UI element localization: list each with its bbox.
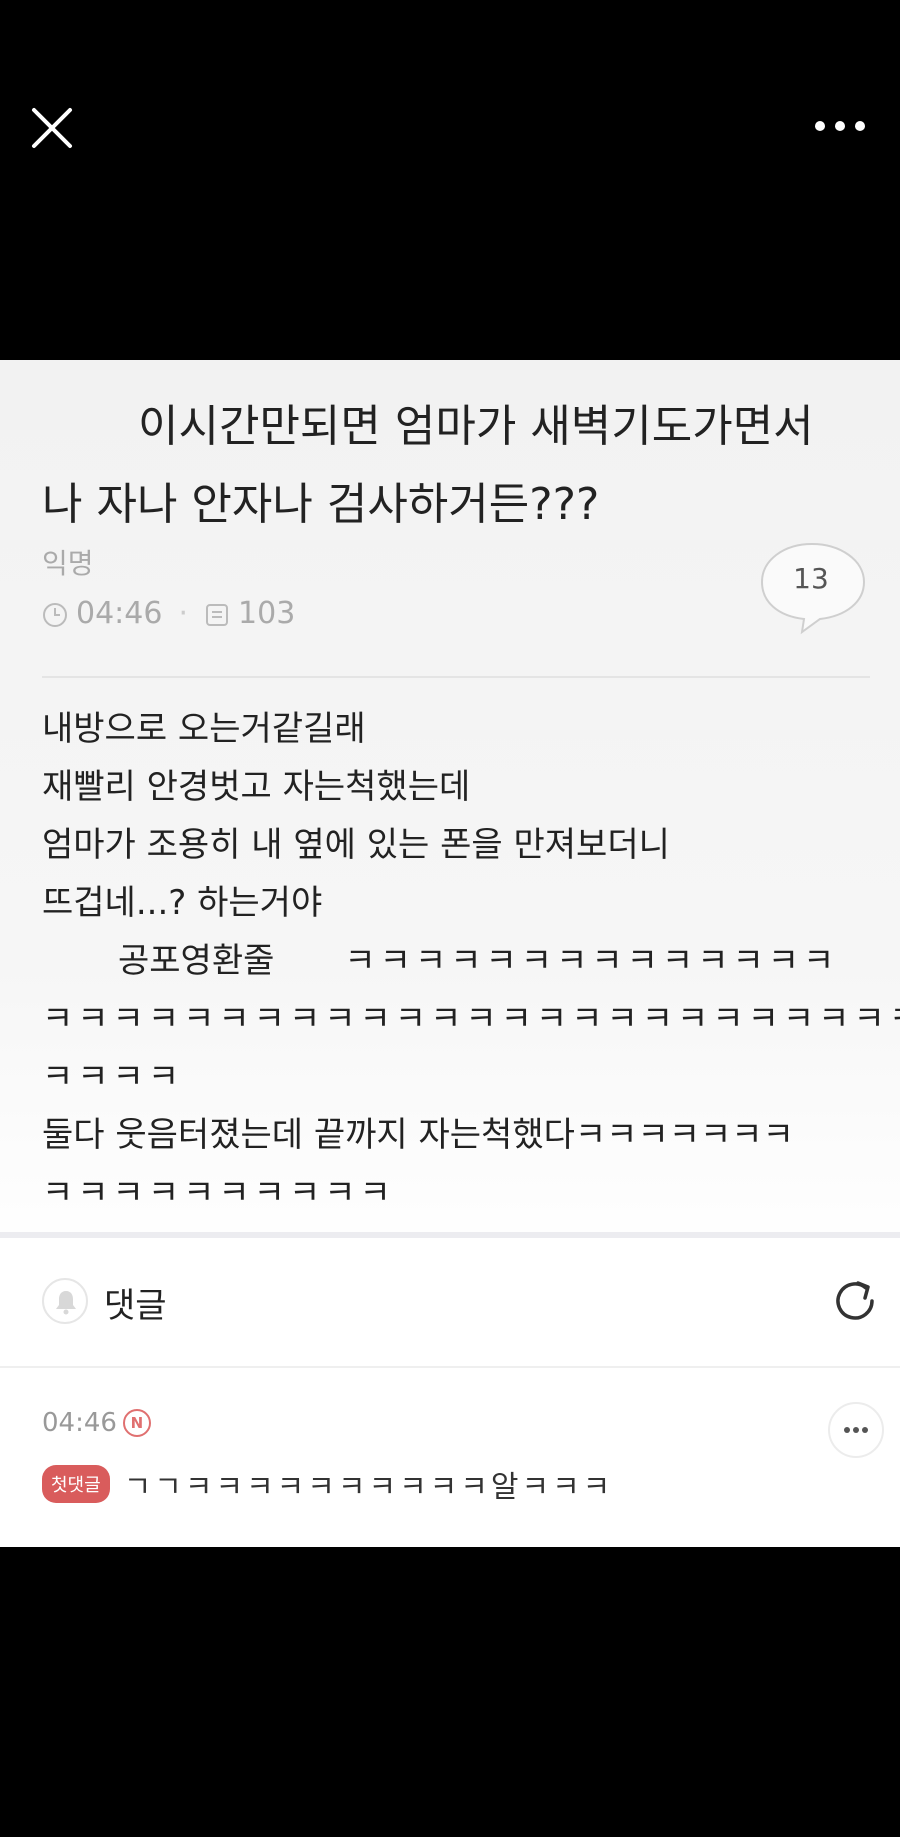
body-line-3: 엄마가 조용히 내 옆에 있는 폰을 만져보더니 <box>42 825 670 865</box>
comment-count-bubble[interactable]: 13 <box>756 540 872 636</box>
body-line-1: 내방으로 오는거같길래 <box>42 709 366 749</box>
post-title-line-1: 이시간만되면 엄마가 새벽기도가면서 <box>138 401 814 452</box>
refresh-icon <box>836 1281 874 1320</box>
meta-separator: · <box>178 596 189 631</box>
viewer-bottom-area <box>0 1547 900 1837</box>
post-author: 익명 <box>42 547 94 580</box>
post-title: 이시간만되면 엄마가 새벽기도가면서 나 자나 안자나 검사하거든??? <box>42 388 862 544</box>
notification-bell-button[interactable] <box>42 1278 88 1324</box>
bell-icon <box>56 1291 76 1315</box>
body-line-5a: 공포영환줄 <box>118 941 275 981</box>
comment-more-button[interactable] <box>828 1402 884 1458</box>
close-icon <box>32 108 72 148</box>
post-meta: 04:46 · 103 <box>42 596 295 631</box>
new-badge: N <box>122 1409 151 1437</box>
comments-header: 댓글 <box>0 1238 900 1366</box>
post-screenshot: 이시간만되면 엄마가 새벽기도가면서 나 자나 안자나 검사하거든??? 익명 … <box>0 360 900 1547</box>
body-line-9: ㅋㅋㅋㅋㅋㅋㅋㅋㅋㅋ <box>42 1173 395 1213</box>
viewer-top-bar <box>0 0 900 360</box>
comment-time: 04:46 <box>42 1408 117 1438</box>
comment-item: 04:46 N 첫댓글 ㄱㄱㅋㅋㅋㅋㅋㅋㅋㅋㅋㅋ알ㅋㅋㅋ <box>0 1368 900 1538</box>
clock-icon <box>42 601 68 627</box>
refresh-button[interactable] <box>828 1274 882 1328</box>
more-horizontal-icon <box>844 1427 868 1433</box>
more-options-button[interactable] <box>812 110 868 142</box>
more-horizontal-icon <box>815 121 865 131</box>
comments-label: 댓글 <box>104 1286 167 1326</box>
post-title-line-2: 나 자나 안자나 검사하거든??? <box>42 479 600 530</box>
views-icon <box>204 601 230 627</box>
close-button[interactable] <box>28 104 76 152</box>
body-line-6: ㅋㅋㅋㅋㅋㅋㅋㅋㅋㅋㅋㅋㅋㅋㅋㅋㅋㅋㅋㅋㅋㅋㅋㅋㅋ <box>42 999 900 1039</box>
comment-text: ㄱㄱㅋㅋㅋㅋㅋㅋㅋㅋㅋㅋ알ㅋㅋㅋ <box>123 1470 614 1505</box>
post-body: 내방으로 오는거같길래 재빨리 안경벗고 자는척했는데 엄마가 조용히 내 옆에… <box>42 700 900 1222</box>
body-line-2: 재빨리 안경벗고 자는척했는데 <box>42 767 471 807</box>
post-time: 04:46 <box>76 596 163 631</box>
body-line-7: ㅋㅋㅋㅋ <box>42 1057 184 1097</box>
first-comment-badge: 첫댓글 <box>42 1465 110 1503</box>
body-line-5: 공포영환줄 ㅋㅋㅋㅋㅋㅋㅋㅋㅋㅋㅋㅋㅋㅋ <box>42 932 872 990</box>
divider <box>42 676 870 678</box>
post-views: 103 <box>238 596 296 631</box>
comment-count: 13 <box>793 562 829 595</box>
comment-body: 첫댓글 ㄱㄱㅋㅋㅋㅋㅋㅋㅋㅋㅋㅋ알ㅋㅋㅋ <box>42 1462 613 1506</box>
comment-meta: 04:46 N <box>42 1408 151 1438</box>
body-line-8: 둘다 웃음터졌는데 끝까지 자는척했다ㅋㅋㅋㅋㅋㅋㅋ <box>42 1115 794 1155</box>
body-line-5b: ㅋㅋㅋㅋㅋㅋㅋㅋㅋㅋㅋㅋㅋㅋ <box>344 941 839 981</box>
body-line-4: 뜨겁네...? 하는거야 <box>42 883 323 923</box>
